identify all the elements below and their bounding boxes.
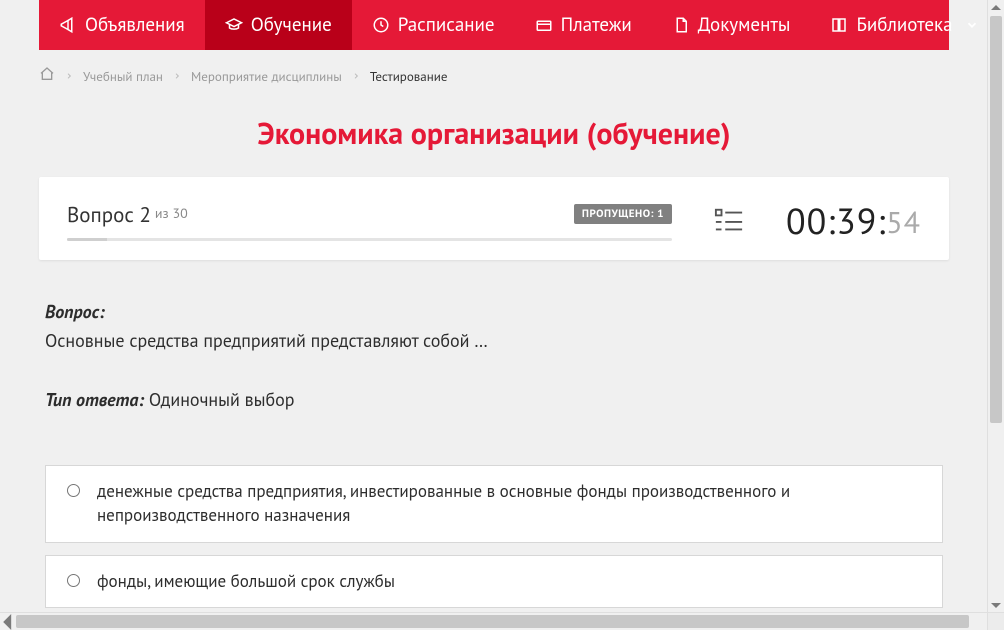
progress-fill bbox=[67, 238, 107, 241]
horizontal-scroll-thumb[interactable] bbox=[16, 615, 969, 628]
nav-label: Объявления bbox=[85, 13, 185, 37]
chevron-right-icon bbox=[352, 71, 360, 81]
timer: 00:39:54 bbox=[786, 197, 921, 244]
document-icon bbox=[672, 16, 690, 34]
question-number-label: Вопрос 2 bbox=[67, 201, 151, 228]
skipped-badge: ПРОПУЩЕНО: 1 bbox=[574, 204, 672, 224]
book-icon bbox=[830, 16, 848, 34]
question-label: Вопрос: bbox=[45, 300, 943, 323]
vertical-scroll-thumb[interactable] bbox=[990, 16, 1002, 423]
nav-label: Платежи bbox=[561, 13, 632, 37]
answer-option[interactable]: денежные средства предприятия, инвестиро… bbox=[45, 465, 943, 543]
breadcrumb-link-plan[interactable]: Учебный план bbox=[83, 68, 163, 85]
scrollbar-corner bbox=[987, 612, 1004, 630]
chevron-right-icon bbox=[65, 71, 73, 81]
answer-options: денежные средства предприятия, инвестиро… bbox=[45, 465, 943, 613]
nav-announcements[interactable]: Объявления bbox=[39, 0, 205, 50]
chevron-down-icon bbox=[965, 18, 979, 32]
nav-learning[interactable]: Обучение bbox=[205, 0, 352, 50]
answer-type-value: Одиночный выбор bbox=[149, 388, 295, 411]
breadcrumb: Учебный план Мероприятие дисциплины Тест… bbox=[39, 50, 949, 96]
nav-label: Обучение bbox=[251, 13, 332, 37]
vertical-scrollbar[interactable] bbox=[987, 0, 1004, 613]
nav-label: Библиотека bbox=[856, 13, 952, 37]
scroll-down-button[interactable] bbox=[988, 597, 1004, 613]
megaphone-icon bbox=[59, 16, 77, 34]
question-list-button[interactable] bbox=[712, 204, 746, 238]
scroll-left-button[interactable] bbox=[0, 613, 16, 630]
nav-schedule[interactable]: Расписание bbox=[352, 0, 515, 50]
chevron-right-icon bbox=[173, 71, 181, 81]
clock-icon bbox=[372, 16, 390, 34]
nav-library[interactable]: Библиотека bbox=[810, 0, 988, 50]
option-radio[interactable] bbox=[67, 574, 80, 587]
scroll-up-button[interactable] bbox=[988, 0, 1004, 16]
option-text: денежные средства предприятия, инвестиро… bbox=[97, 480, 924, 528]
question-total-label: из 30 bbox=[155, 204, 188, 222]
nav-payments[interactable]: Платежи bbox=[515, 0, 652, 50]
timer-main: 00:39: bbox=[786, 197, 886, 244]
horizontal-scrollbar[interactable] bbox=[0, 612, 1004, 630]
vertical-scroll-track[interactable] bbox=[988, 16, 1004, 597]
home-icon[interactable] bbox=[39, 66, 55, 86]
option-radio[interactable] bbox=[67, 484, 80, 497]
horizontal-scroll-track[interactable] bbox=[16, 613, 988, 630]
course-title: Экономика организации (обучение) bbox=[39, 114, 949, 153]
progress-bar bbox=[67, 238, 672, 241]
breadcrumb-current: Тестирование bbox=[370, 68, 448, 85]
breadcrumb-link-discipline[interactable]: Мероприятие дисциплины bbox=[191, 68, 342, 85]
answer-type: Тип ответа: Одиночный выбор bbox=[45, 388, 943, 411]
answer-type-label: Тип ответа: bbox=[45, 388, 144, 411]
payment-icon bbox=[535, 16, 553, 34]
nav-documents[interactable]: Документы bbox=[652, 0, 811, 50]
answer-option[interactable]: фонды, имеющие большой срок службы bbox=[45, 555, 943, 609]
timer-seconds: 54 bbox=[886, 203, 921, 242]
question-status-card: Вопрос 2 из 30 ПРОПУЩЕНО: 1 bbox=[39, 177, 949, 260]
question-text: Основные средства предприятий представля… bbox=[45, 329, 943, 352]
option-text: фонды, имеющие большой срок службы bbox=[97, 570, 395, 594]
content-scroll-area: Объявления Обучение Расписание bbox=[0, 0, 988, 613]
top-navigation: Объявления Обучение Расписание bbox=[39, 0, 949, 50]
nav-label: Документы bbox=[698, 13, 791, 37]
grad-cap-icon bbox=[225, 16, 243, 34]
nav-label: Расписание bbox=[398, 13, 495, 37]
